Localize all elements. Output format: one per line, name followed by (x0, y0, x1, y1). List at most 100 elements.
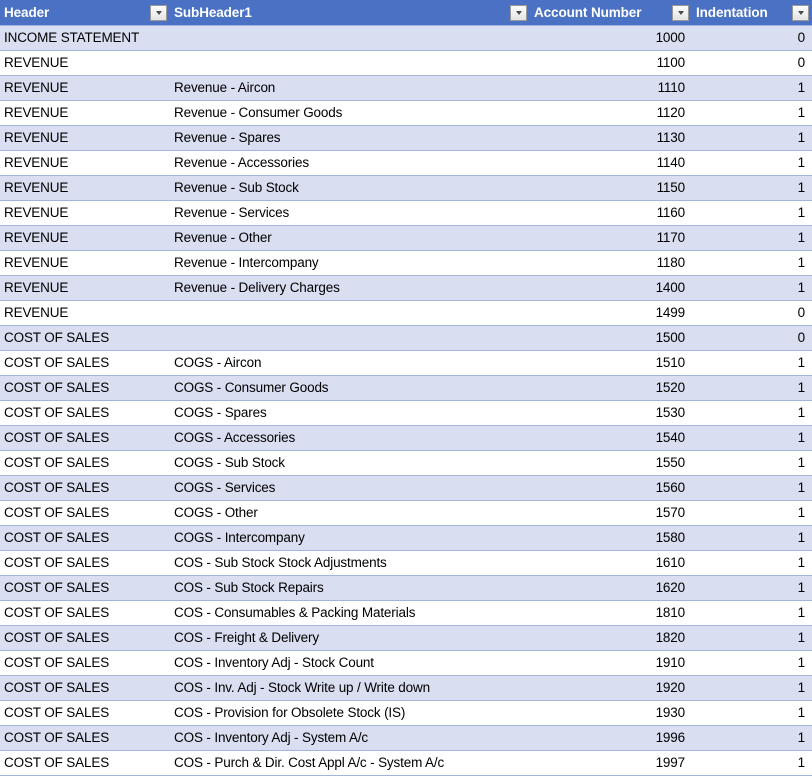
cell-indentation[interactable]: 1 (692, 375, 812, 401)
cell-indentation[interactable]: 1 (692, 650, 812, 676)
cell-subheader1[interactable]: Revenue - Aircon (170, 75, 530, 101)
cell-indentation[interactable]: 0 (692, 25, 812, 51)
cell-account-number[interactable]: 1170 (530, 225, 692, 251)
cell-indentation[interactable]: 0 (692, 300, 812, 326)
cell-header[interactable]: COST OF SALES (0, 450, 170, 476)
cell-account-number[interactable]: 1500 (530, 325, 692, 351)
cell-header[interactable]: REVENUE (0, 100, 170, 126)
cell-header[interactable]: COST OF SALES (0, 725, 170, 751)
cell-indentation[interactable]: 1 (692, 275, 812, 301)
cell-subheader1[interactable]: COS - Sub Stock Repairs (170, 575, 530, 601)
cell-indentation[interactable]: 1 (692, 175, 812, 201)
cell-account-number[interactable]: 1996 (530, 725, 692, 751)
cell-subheader1[interactable]: Revenue - Other (170, 225, 530, 251)
table-row[interactable]: INCOME STATEMENT 1000 0 (0, 25, 812, 51)
table-row[interactable]: REVENUE 1100 0 (0, 50, 812, 76)
cell-subheader1[interactable]: Revenue - Consumer Goods (170, 100, 530, 126)
cell-indentation[interactable]: 1 (692, 700, 812, 726)
cell-indentation[interactable]: 0 (692, 325, 812, 351)
table-row[interactable]: REVENUE Revenue - Intercompany 1180 1 (0, 250, 812, 276)
table-row[interactable]: REVENUE Revenue - Spares 1130 1 (0, 125, 812, 151)
cell-account-number[interactable]: 1510 (530, 350, 692, 376)
cell-header[interactable]: COST OF SALES (0, 400, 170, 426)
table-row[interactable]: COST OF SALES 1500 0 (0, 325, 812, 351)
cell-account-number[interactable]: 1000 (530, 25, 692, 51)
cell-header[interactable]: COST OF SALES (0, 325, 170, 351)
cell-account-number[interactable]: 1910 (530, 650, 692, 676)
cell-subheader1[interactable]: Revenue - Delivery Charges (170, 275, 530, 301)
cell-header[interactable]: COST OF SALES (0, 625, 170, 651)
column-header-indentation[interactable]: Indentation (692, 0, 812, 26)
cell-subheader1[interactable]: COGS - Services (170, 475, 530, 501)
cell-account-number[interactable]: 1400 (530, 275, 692, 301)
cell-subheader1[interactable] (170, 25, 530, 51)
cell-subheader1[interactable]: COS - Inv. Adj - Stock Write up / Write … (170, 675, 530, 701)
cell-indentation[interactable]: 1 (692, 550, 812, 576)
table-row[interactable]: COST OF SALES COS - Sub Stock Stock Adjus… (0, 550, 812, 576)
cell-header[interactable]: COST OF SALES (0, 375, 170, 401)
cell-header[interactable]: COST OF SALES (0, 475, 170, 501)
table-row[interactable]: COST OF SALES COGS - Spares 1530 1 (0, 400, 812, 426)
cell-indentation[interactable]: 1 (692, 625, 812, 651)
cell-indentation[interactable]: 1 (692, 450, 812, 476)
table-row[interactable]: COST OF SALES COGS - Intercompany 1580 1 (0, 525, 812, 551)
table-row[interactable]: COST OF SALES COS - Sub Stock Repairs 1620… (0, 575, 812, 601)
cell-subheader1[interactable]: COS - Freight & Delivery (170, 625, 530, 651)
table-row[interactable]: REVENUE Revenue - Sub Stock 1150 1 (0, 175, 812, 201)
cell-subheader1[interactable]: COGS - Spares (170, 400, 530, 426)
cell-subheader1[interactable] (170, 300, 530, 326)
cell-indentation[interactable]: 1 (692, 500, 812, 526)
table-row[interactable]: COST OF SALES COGS - Consumer Goods 1520 1 (0, 375, 812, 401)
cell-header[interactable]: COST OF SALES (0, 700, 170, 726)
cell-account-number[interactable]: 1520 (530, 375, 692, 401)
cell-subheader1[interactable]: COGS - Accessories (170, 425, 530, 451)
cell-header[interactable]: COST OF SALES (0, 350, 170, 376)
cell-subheader1[interactable]: COGS - Other (170, 500, 530, 526)
cell-indentation[interactable]: 1 (692, 125, 812, 151)
cell-subheader1[interactable]: COGS - Intercompany (170, 525, 530, 551)
cell-account-number[interactable]: 1930 (530, 700, 692, 726)
cell-header[interactable]: COST OF SALES (0, 525, 170, 551)
cell-header[interactable]: REVENUE (0, 275, 170, 301)
cell-account-number[interactable]: 1180 (530, 250, 692, 276)
table-row[interactable]: COST OF SALES COGS - Other 1570 1 (0, 500, 812, 526)
table-row[interactable]: COST OF SALES COGS - Aircon 1510 1 (0, 350, 812, 376)
cell-subheader1[interactable] (170, 50, 530, 76)
cell-header[interactable]: COST OF SALES (0, 500, 170, 526)
cell-header[interactable]: COST OF SALES (0, 425, 170, 451)
cell-account-number[interactable]: 1140 (530, 150, 692, 176)
cell-indentation[interactable]: 1 (692, 425, 812, 451)
cell-header[interactable]: COST OF SALES (0, 550, 170, 576)
table-row[interactable]: COST OF SALES COGS - Accessories 1540 1 (0, 425, 812, 451)
cell-subheader1[interactable]: COGS - Aircon (170, 350, 530, 376)
table-row[interactable]: REVENUE Revenue - Accessories 1140 1 (0, 150, 812, 176)
table-row[interactable]: REVENUE Revenue - Aircon 1110 1 (0, 75, 812, 101)
cell-indentation[interactable]: 1 (692, 575, 812, 601)
table-row[interactable]: COST OF SALES COS - Inv. Adj - Stock Writ… (0, 675, 812, 701)
table-row[interactable]: COST OF SALES COS - Purch & Dir. Cost App… (0, 750, 812, 776)
cell-indentation[interactable]: 1 (692, 750, 812, 776)
table-row[interactable]: REVENUE Revenue - Delivery Charges 1400 1 (0, 275, 812, 301)
cell-subheader1[interactable]: COS - Consumables & Packing Materials (170, 600, 530, 626)
cell-account-number[interactable]: 1997 (530, 750, 692, 776)
filter-dropdown-button-subheader1[interactable] (510, 4, 527, 21)
cell-account-number[interactable]: 1499 (530, 300, 692, 326)
cell-account-number[interactable]: 1150 (530, 175, 692, 201)
column-header-subheader1[interactable]: SubHeader1 (170, 0, 530, 26)
column-header-account-number[interactable]: Account Number (530, 0, 692, 26)
cell-subheader1[interactable]: COS - Inventory Adj - System A/c (170, 725, 530, 751)
cell-indentation[interactable]: 1 (692, 250, 812, 276)
cell-indentation[interactable]: 1 (692, 225, 812, 251)
table-row[interactable]: COST OF SALES COS - Provision for Obsolet… (0, 700, 812, 726)
cell-header[interactable]: REVENUE (0, 75, 170, 101)
cell-subheader1[interactable]: COS - Purch & Dir. Cost Appl A/c - Syste… (170, 750, 530, 776)
cell-subheader1[interactable]: COGS - Consumer Goods (170, 375, 530, 401)
table-row[interactable]: COST OF SALES COGS - Sub Stock 1550 1 (0, 450, 812, 476)
cell-header[interactable]: REVENUE (0, 125, 170, 151)
cell-subheader1[interactable]: Revenue - Accessories (170, 150, 530, 176)
cell-subheader1[interactable] (170, 325, 530, 351)
cell-indentation[interactable]: 1 (692, 400, 812, 426)
filter-dropdown-button-indentation[interactable] (792, 4, 809, 21)
cell-subheader1[interactable]: COS - Provision for Obsolete Stock (IS) (170, 700, 530, 726)
cell-indentation[interactable]: 1 (692, 100, 812, 126)
